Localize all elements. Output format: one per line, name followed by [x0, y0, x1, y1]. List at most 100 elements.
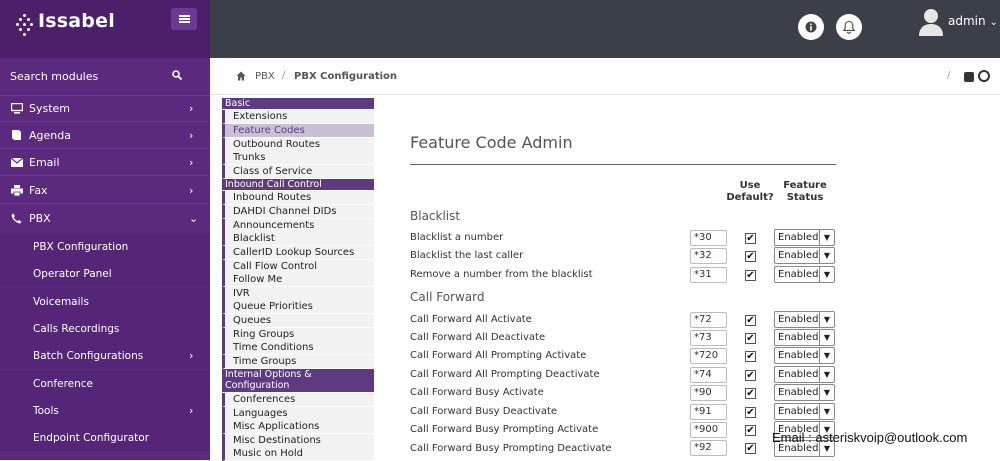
- module-call-flow-control[interactable]: Call Flow Control: [222, 260, 374, 274]
- page-title: Feature Code Admin: [410, 133, 573, 152]
- use-default-checkbox[interactable]: ✔: [745, 270, 756, 281]
- breadcrumb-home[interactable]: PBX: [255, 71, 275, 82]
- module-dahdi-channel-dids[interactable]: DAHDI Channel DIDs: [222, 205, 374, 219]
- breadcrumb-separator: /: [282, 70, 286, 81]
- feature-label: Call Forward Busy Activate: [410, 387, 544, 398]
- feature-code-input[interactable]: *90: [690, 385, 727, 401]
- use-default-checkbox[interactable]: ✔: [745, 251, 756, 262]
- module-ring-groups[interactable]: Ring Groups: [222, 328, 374, 342]
- feature-status-select[interactable]: Enabled ▼: [774, 347, 835, 364]
- feature-code-input[interactable]: *32: [690, 248, 727, 264]
- use-default-checkbox[interactable]: ✔: [745, 388, 756, 399]
- use-default-checkbox[interactable]: ✔: [745, 333, 756, 344]
- avatar-icon[interactable]: [916, 6, 946, 36]
- feature-code-input[interactable]: *900: [690, 422, 727, 438]
- module-feature-codes[interactable]: Feature Codes: [222, 124, 374, 138]
- menu-toggle-button[interactable]: [171, 8, 197, 30]
- module-ivr[interactable]: IVR: [222, 287, 374, 301]
- use-default-checkbox[interactable]: ✔: [745, 443, 756, 454]
- feature-code-input[interactable]: *31: [690, 267, 727, 283]
- home-icon[interactable]: [236, 71, 246, 81]
- module-outbound-routes[interactable]: Outbound Routes: [222, 138, 374, 152]
- feature-status-select[interactable]: Enabled ▼: [774, 366, 835, 383]
- sidebar-subitem-voicemails[interactable]: Voicemails: [0, 288, 210, 315]
- module-conferences[interactable]: Conferences: [222, 393, 374, 407]
- module-callerid-lookup[interactable]: CallerID Lookup Sources: [222, 246, 374, 260]
- section-blacklist: Blacklist: [410, 209, 461, 223]
- feature-status-select[interactable]: Enabled ▼: [774, 311, 835, 328]
- chevron-down-icon: ▼: [819, 248, 834, 263]
- sidebar-subitem-operator-panel[interactable]: Operator Panel: [0, 260, 210, 287]
- feature-status-select[interactable]: Enabled ▼: [774, 247, 835, 264]
- column-header-line: Status: [786, 192, 824, 203]
- feature-status-select[interactable]: Enabled ▼: [774, 384, 835, 401]
- module-section-internal-line1: Internal Options &: [225, 369, 312, 380]
- globe-icon[interactable]: [978, 70, 990, 82]
- feature-code-input[interactable]: *74: [690, 367, 727, 383]
- info-button[interactable]: [798, 14, 824, 40]
- feature-code-input[interactable]: *92: [690, 440, 727, 456]
- module-time-conditions[interactable]: Time Conditions: [222, 341, 374, 355]
- sidebar-subitem-batch-configurations[interactable]: Batch Configurations ›: [0, 342, 210, 369]
- sidebar-subitem-pbx-configuration[interactable]: PBX Configuration: [0, 233, 210, 260]
- sidebar-item-pbx[interactable]: PBX ⌄: [0, 205, 210, 232]
- sidebar-subitem-label: Endpoint Configurator: [33, 431, 150, 444]
- sidebar-subitem-endpoint-configurator[interactable]: Endpoint Configurator: [0, 424, 210, 451]
- use-default-checkbox[interactable]: ✔: [745, 425, 756, 436]
- feature-code-input[interactable]: *73: [690, 330, 727, 346]
- notifications-button[interactable]: [836, 14, 862, 40]
- module-misc-applications[interactable]: Misc Applications: [222, 420, 374, 434]
- feature-status-select[interactable]: Enabled ▼: [774, 403, 835, 420]
- chevron-down-icon: ▼: [819, 367, 834, 382]
- sidebar-item-fax[interactable]: Fax ›: [0, 177, 210, 204]
- module-extensions[interactable]: Extensions: [222, 110, 374, 124]
- sidebar-subitem-label: Voicemails: [33, 295, 89, 308]
- feature-code-input[interactable]: *91: [690, 404, 727, 420]
- module-blacklist[interactable]: Blacklist: [222, 232, 374, 246]
- use-default-checkbox[interactable]: ✔: [745, 370, 756, 381]
- brand-name: Issabel: [38, 10, 115, 32]
- sidebar-item-label: System: [29, 101, 71, 115]
- use-default-checkbox[interactable]: ✔: [745, 233, 756, 244]
- module-time-groups[interactable]: Time Groups: [222, 355, 374, 369]
- search-icon[interactable]: [172, 70, 182, 80]
- module-follow-me[interactable]: Follow Me: [222, 273, 374, 287]
- feature-code-input[interactable]: *30: [690, 230, 727, 246]
- sidebar-item-label: Agenda: [29, 128, 71, 142]
- feature-label: Call Forward All Deactivate: [410, 332, 546, 343]
- feature-label: Blacklist the last caller: [410, 250, 524, 261]
- chevron-down-icon: ⌄: [989, 17, 998, 28]
- module-languages[interactable]: Languages: [222, 407, 374, 421]
- module-trunks[interactable]: Trunks: [222, 151, 374, 165]
- module-queue-priorities[interactable]: Queue Priorities: [222, 300, 374, 314]
- sidebar-subitem-calls-recordings[interactable]: Calls Recordings: [0, 315, 210, 342]
- use-default-checkbox[interactable]: ✔: [745, 351, 756, 362]
- module-inbound-routes[interactable]: Inbound Routes: [222, 191, 374, 205]
- feature-label: Call Forward Busy Prompting Activate: [410, 424, 599, 435]
- module-queues[interactable]: Queues: [222, 314, 374, 328]
- search-modules[interactable]: Search modules: [0, 58, 210, 96]
- sidebar-item-email[interactable]: Email ›: [0, 149, 210, 176]
- feature-code-input[interactable]: *72: [690, 312, 727, 328]
- sidebar-subitem-tools[interactable]: Tools ›: [0, 397, 210, 424]
- sidebar-subitem-label: PBX Configuration: [33, 240, 129, 253]
- sidebar-item-system[interactable]: System ›: [0, 95, 210, 122]
- module-class-of-service[interactable]: Class of Service: [222, 165, 374, 179]
- module-misc-destinations[interactable]: Misc Destinations: [222, 434, 374, 448]
- module-announcements[interactable]: Announcements: [222, 219, 374, 233]
- bookmark-icon[interactable]: [964, 72, 974, 82]
- use-default-checkbox[interactable]: ✔: [745, 315, 756, 326]
- feature-status-select[interactable]: Enabled ▼: [774, 266, 835, 283]
- toolbar-separator: /: [947, 70, 951, 81]
- sidebar-item-agenda[interactable]: Agenda ›: [0, 122, 210, 149]
- feature-status-select[interactable]: Enabled ▼: [774, 329, 835, 346]
- module-music-on-hold[interactable]: Music on Hold: [222, 447, 374, 461]
- breadcrumb-current: PBX Configuration: [294, 71, 398, 82]
- feature-label: Call Forward All Prompting Activate: [410, 350, 587, 361]
- feature-status-select[interactable]: Enabled ▼: [774, 229, 835, 246]
- feature-label: Call Forward All Prompting Deactivate: [410, 369, 600, 380]
- feature-code-input[interactable]: *720: [690, 348, 727, 364]
- use-default-checkbox[interactable]: ✔: [745, 407, 756, 418]
- sidebar-subitem-conference[interactable]: Conference: [0, 370, 210, 397]
- user-menu[interactable]: admin ⌄: [948, 14, 998, 28]
